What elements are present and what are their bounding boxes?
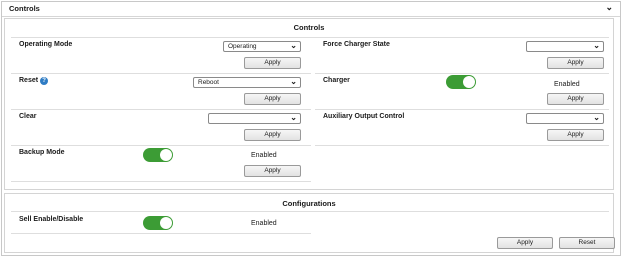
operating-mode-label: Operating Mode xyxy=(19,41,73,48)
divider xyxy=(315,73,609,74)
sell-enable-status: Enabled xyxy=(251,220,277,227)
divider xyxy=(11,109,311,110)
divider xyxy=(11,37,609,38)
operating-mode-select[interactable]: Operating ⌄ xyxy=(223,41,301,52)
chevron-down-icon: ⌄ xyxy=(593,113,600,122)
charger-status: Enabled xyxy=(554,81,580,88)
divider xyxy=(315,145,609,146)
toggle-knob xyxy=(160,149,172,161)
configurations-panel: Configurations Sell Enable/Disable Enabl… xyxy=(4,193,615,253)
divider xyxy=(11,233,311,234)
configurations-apply-button[interactable]: Apply xyxy=(497,237,553,249)
divider xyxy=(11,211,609,212)
auxiliary-output-control-label: Auxiliary Output Control xyxy=(323,113,405,120)
controls-section-title: Controls xyxy=(293,23,325,32)
auxiliary-output-control-apply-button[interactable]: Apply xyxy=(547,129,604,141)
backup-mode-toggle[interactable] xyxy=(143,148,173,162)
clear-select[interactable]: ⌄ xyxy=(208,113,301,124)
reset-label-text: Reset xyxy=(19,77,39,84)
toggle-knob xyxy=(160,217,172,229)
charger-label: Charger xyxy=(323,77,350,84)
force-charger-state-label: Force Charger State xyxy=(323,41,390,48)
force-charger-state-select[interactable]: ⌄ xyxy=(526,41,604,52)
chevron-down-icon[interactable]: ⌄ xyxy=(605,2,613,13)
divider xyxy=(315,109,609,110)
charger-toggle[interactable] xyxy=(446,75,476,89)
backup-mode-label: Backup Mode xyxy=(19,149,65,156)
toggle-knob xyxy=(463,76,475,88)
divider xyxy=(11,73,311,74)
reset-select[interactable]: Reboot ⌄ xyxy=(193,77,301,88)
clear-apply-button[interactable]: Apply xyxy=(244,129,301,141)
controls-header[interactable]: Controls ⌄ xyxy=(2,2,620,17)
controls-panel: Controls Operating Mode Operating ⌄ Appl… xyxy=(4,18,614,190)
chevron-down-icon: ⌄ xyxy=(290,41,297,50)
force-charger-state-apply-button[interactable]: Apply xyxy=(547,57,604,69)
backup-mode-status: Enabled xyxy=(251,152,277,159)
chevron-down-icon: ⌄ xyxy=(290,113,297,122)
sell-enable-toggle[interactable] xyxy=(143,216,173,230)
divider xyxy=(11,181,311,182)
header-title: Controls xyxy=(9,4,40,13)
help-icon[interactable]: ? xyxy=(40,77,49,85)
charger-apply-button[interactable]: Apply xyxy=(547,93,604,105)
clear-label: Clear xyxy=(19,113,37,120)
operating-mode-apply-button[interactable]: Apply xyxy=(244,57,301,69)
configurations-section-title: Configurations xyxy=(282,199,336,208)
operating-mode-value: Operating xyxy=(228,43,257,50)
auxiliary-output-control-select[interactable]: ⌄ xyxy=(526,113,604,124)
sell-enable-label: Sell Enable/Disable xyxy=(19,216,84,223)
reset-value: Reboot xyxy=(198,79,219,86)
reset-apply-button[interactable]: Apply xyxy=(244,93,301,105)
configurations-reset-button[interactable]: Reset xyxy=(559,237,615,249)
reset-label: Reset? xyxy=(19,77,49,85)
divider xyxy=(11,145,311,146)
backup-mode-apply-button[interactable]: Apply xyxy=(244,165,301,177)
chevron-down-icon: ⌄ xyxy=(593,41,600,50)
chevron-down-icon: ⌄ xyxy=(290,77,297,86)
